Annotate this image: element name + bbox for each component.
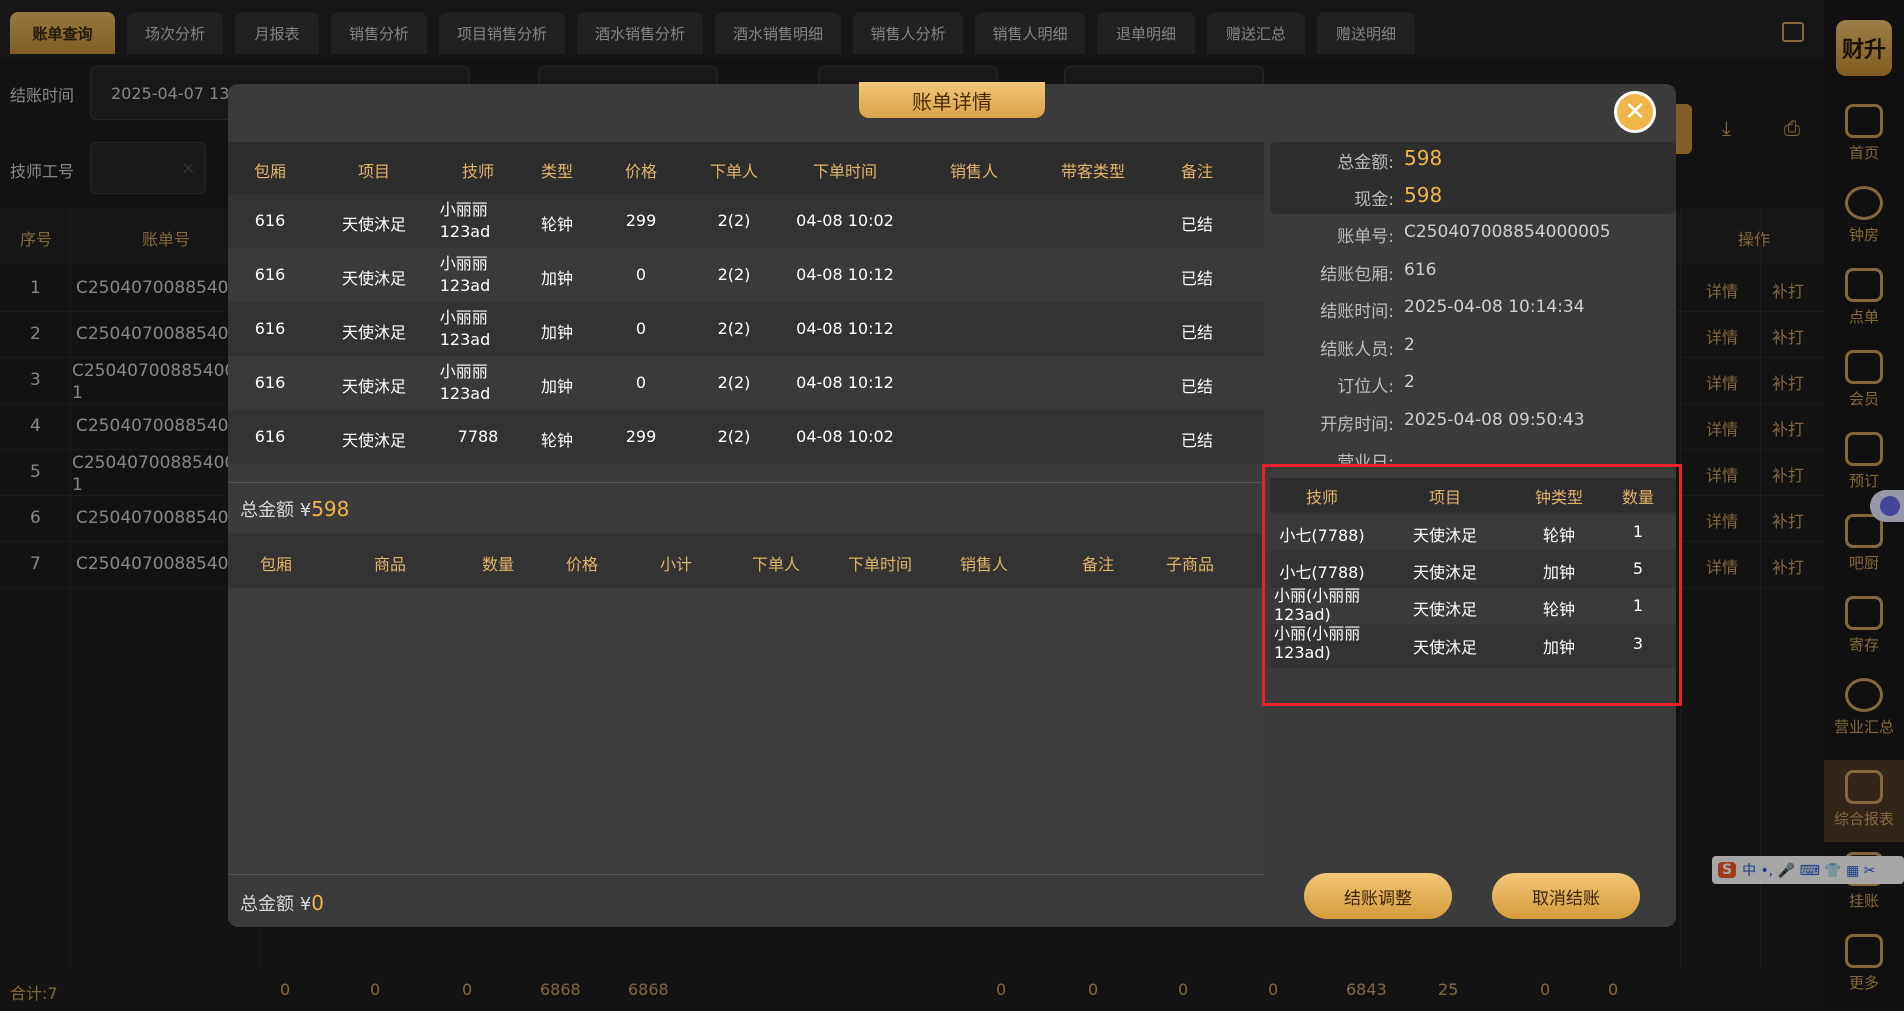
table-row[interactable]: 616 天使沐足 小丽丽 123ad 加钟 0 2(2) 04-08 10:12… xyxy=(228,356,1264,410)
items-table-header: 包厢 项目 技师 类型 价格 下单人 下单时间 销售人 带客类型 备注 xyxy=(228,142,1264,194)
payment-summary xyxy=(1270,142,1676,214)
items-total: 总金额 ¥598 xyxy=(240,497,350,521)
cancel-checkout-button[interactable]: 取消结账 xyxy=(1492,873,1640,919)
table-row[interactable]: 616 天使沐足 小丽丽 123ad 加钟 0 2(2) 04-08 10:12… xyxy=(228,302,1264,356)
modal-title: 账单详情 xyxy=(859,82,1045,118)
adjust-checkout-button[interactable]: 结账调整 xyxy=(1304,873,1452,919)
close-button[interactable]: ✕ xyxy=(1614,91,1656,133)
close-icon: ✕ xyxy=(1624,97,1646,127)
goods-table-body xyxy=(228,588,1264,874)
goods-table-header: 包厢 商品 数量 价格 小计 下单人 下单时间 销售人 备注 子商品 xyxy=(228,534,1264,588)
table-row[interactable]: 616 天使沐足 小丽丽 123ad 轮钟 299 2(2) 04-08 10:… xyxy=(228,194,1264,248)
goods-total: 总金额 ¥0 xyxy=(240,891,324,915)
table-row[interactable]: 616 天使沐足 7788 轮钟 299 2(2) 04-08 10:02 已结 xyxy=(228,410,1264,464)
highlight-box xyxy=(1262,464,1682,706)
info-business-day: 营业日: 2025-04-07 xyxy=(1337,453,1394,464)
table-row[interactable]: 616 天使沐足 小丽丽 123ad 加钟 0 2(2) 04-08 10:12… xyxy=(228,248,1264,302)
